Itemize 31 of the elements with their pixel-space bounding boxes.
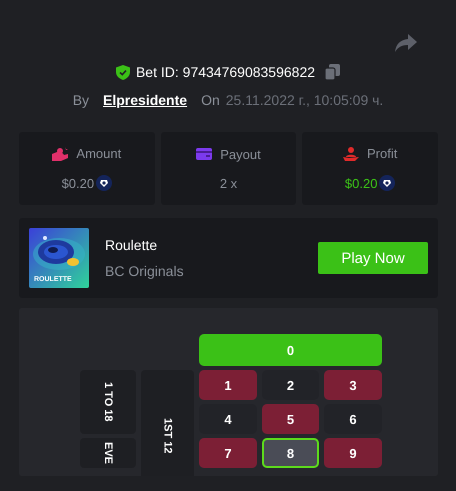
number-cell[interactable]: 3 (324, 370, 382, 400)
number-cell[interactable]: 8 (262, 438, 319, 468)
username-link[interactable]: Elpresidente (103, 92, 188, 108)
share-icon[interactable] (395, 34, 417, 52)
card-icon (196, 147, 212, 161)
stat-value: 2 x (220, 176, 238, 190)
number-cell[interactable]: 1 (199, 370, 257, 400)
bet-date: 25.11.2022 г., 10:05:09 ч. (226, 92, 384, 108)
stat-label: Amount (76, 146, 122, 161)
bet-cell[interactable]: 1 TO 18 (80, 370, 136, 434)
bet-id: Bet ID: 97434769083596822 (136, 64, 316, 80)
copy-icon[interactable] (325, 64, 340, 80)
game-title: Roulette (105, 237, 158, 253)
stat-label: Payout (220, 146, 261, 162)
stat-value: $0.20 (62, 176, 94, 190)
stat-label: Profit (367, 146, 398, 161)
dozen-cell[interactable]: 1ST 12 (141, 370, 194, 476)
number-cell[interactable]: 2 (262, 370, 319, 400)
shield-icon (116, 64, 130, 80)
number-cell[interactable]: 5 (262, 404, 319, 434)
number-cell[interactable]: 6 (324, 404, 382, 434)
number-cell[interactable]: 7 (199, 438, 257, 468)
game-provider: BC Originals (105, 263, 185, 279)
bet-cell[interactable]: EVE (80, 438, 136, 468)
hand-user-icon (343, 146, 359, 160)
number-cell[interactable]: 9 (324, 438, 382, 468)
stat-value: $0.20 (344, 176, 378, 190)
number-cell[interactable]: 4 (199, 404, 257, 434)
on-label: On (201, 92, 220, 108)
hands-icon (52, 146, 68, 160)
by-label: By (72, 92, 90, 108)
